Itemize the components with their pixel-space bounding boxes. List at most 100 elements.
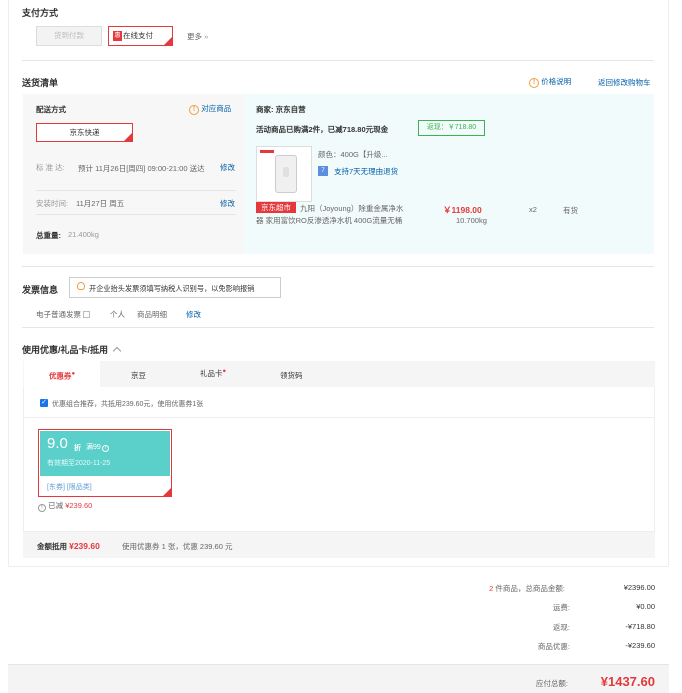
freight-value: ¥0.00	[636, 602, 655, 611]
coupon-cond-label: 满99	[86, 444, 101, 451]
coupon-summary	[23, 532, 655, 558]
more-payment-link[interactable]: 更多 »	[187, 31, 208, 42]
cod-button[interactable]: 货到付款	[36, 26, 102, 46]
summary-label: 金额抵用 ¥239.60	[37, 541, 100, 552]
red-dot-icon: ●	[71, 371, 76, 377]
tab-coupon[interactable]: 优惠券●	[24, 361, 100, 388]
coupon-value: 9.0	[47, 435, 68, 452]
purifier-detail	[283, 167, 289, 177]
selected-corner-icon	[124, 133, 132, 141]
return-icon: 7	[318, 166, 328, 176]
divider	[24, 417, 654, 418]
invoice-type-label: 电子普通发票	[36, 310, 81, 319]
invoice-edit-link[interactable]: 修改	[186, 309, 201, 320]
red-dot-icon: ●	[222, 368, 227, 375]
coupon-tags: [东券] [限品类]	[47, 484, 92, 491]
goods-count-number: 2	[489, 584, 494, 593]
price-note-label: 价格说明	[541, 77, 572, 86]
online-pay-button[interactable]: 惠 在线支付	[108, 26, 173, 46]
discount-badge-icon: 惠	[113, 31, 122, 41]
invoice-tip-text: 开企业抬头发票须填写纳税人识别号，以免影响报销	[89, 284, 255, 293]
delivery-method-label: 配送方式	[36, 105, 66, 114]
weight-value: 21.400kg	[68, 230, 99, 239]
jd-express-label: 京东快递	[69, 128, 100, 137]
jd-express-button[interactable]: 京东快递	[36, 123, 133, 142]
std-value: 预计 11月26日[周四] 09:00-21:00 送达	[78, 164, 205, 173]
merchant-label: 商家:	[256, 105, 274, 114]
goods-amount: ¥2396.00	[623, 583, 655, 592]
product-color: 颜色：400G【升级...	[318, 150, 388, 159]
divider	[36, 214, 236, 215]
divider	[22, 60, 654, 61]
invoice-detail: 商品明细	[137, 310, 167, 319]
rebate-label: 返现:	[552, 623, 570, 632]
jd-supermarket-tag: 京东超市	[256, 202, 296, 213]
back-to-cart-link[interactable]: 返回修改购物车	[598, 77, 651, 88]
install-value: 11月27日 周五	[76, 199, 125, 208]
product-price: ￥1198.00	[443, 205, 482, 215]
tab-jingdou[interactable]: 京豆	[131, 370, 146, 381]
invoice-tip: 开企业抬头发票须填写纳税人识别号，以免影响报销	[69, 277, 281, 298]
tab-giftcard-label: 礼品卡	[200, 369, 223, 378]
std-label: 标 准 达:	[36, 163, 65, 172]
product-qty: x2	[529, 205, 537, 214]
recommend-text: 优惠组合推荐，共抵用239.60元，使用优惠券1张	[52, 401, 204, 408]
coupon-unit: 折	[74, 445, 81, 452]
info-icon: !	[189, 105, 199, 115]
selected-corner-icon	[164, 37, 172, 45]
coupon-reduced-label: 已减	[48, 501, 64, 510]
weight-label: 总重量:	[36, 231, 61, 240]
coupon-reduced-value: ¥239.60	[65, 501, 93, 510]
coupons-title-label: 使用优惠/礼品卡/抵用	[22, 345, 109, 355]
double-arrow-icon: »	[204, 32, 209, 41]
divider	[22, 266, 654, 267]
discount-value: -¥239.60	[625, 641, 655, 650]
product-name-line1[interactable]: 九阳（Joyoung）除重金属净水	[300, 203, 403, 214]
goods-count: 2 件商品，总商品金额:	[489, 583, 565, 594]
rebate-value: -¥718.80	[625, 622, 655, 631]
delivery-title: 送货清单	[22, 78, 59, 88]
merchant-row: 商家: 京东自营	[256, 104, 306, 115]
payment-title: 支付方式	[22, 8, 59, 18]
freight-label: 运费:	[552, 603, 570, 612]
install-label: 安装时间:	[36, 199, 69, 208]
divider	[22, 327, 654, 328]
tab-code[interactable]: 领货码	[280, 370, 303, 381]
recommend-checkbox[interactable]: ✓	[40, 399, 48, 407]
coupon-reduced: ! 已减 ¥239.60	[38, 500, 92, 512]
tab-giftcard[interactable]: 礼品卡●	[200, 368, 226, 379]
promo-text: 活动商品已购满2件，已减718.80元现金	[256, 125, 389, 134]
summary-label-text: 金额抵用	[37, 542, 67, 551]
info-icon: !	[529, 78, 539, 88]
bulb-icon	[77, 282, 85, 290]
std-edit-link[interactable]: 修改	[220, 162, 235, 173]
coupon-card[interactable]: 9.0 折 满99 i 有效期至2020-11-25 [东券] [限品类]	[38, 429, 172, 497]
product-name-line2[interactable]: 器 家用富饮RO反渗透净水机 400G流量无桶	[256, 215, 402, 226]
summary-note: 使用优惠券 1 张，优惠 239.60 元	[122, 542, 233, 551]
checkbox-icon[interactable]	[83, 311, 91, 318]
price-note-link[interactable]: ! 价格说明	[529, 76, 571, 88]
info-icon[interactable]: i	[101, 445, 109, 452]
product-stock: 有货	[563, 206, 578, 215]
corresponding-goods-label: 对应商品	[201, 104, 232, 113]
product-image[interactable]	[256, 146, 312, 202]
invoice-person: 个人	[110, 310, 125, 319]
merchant-value: 京东自营	[275, 105, 306, 114]
online-pay-label: 在线支付	[123, 31, 153, 40]
install-edit-link[interactable]: 修改	[220, 198, 235, 209]
coupon-tabs	[23, 361, 655, 387]
invoice-title: 发票信息	[22, 285, 59, 295]
coupons-title[interactable]: 使用优惠/礼品卡/抵用	[22, 343, 121, 356]
discount-label: 商品优惠:	[537, 642, 570, 651]
divider	[36, 190, 236, 191]
coupon-expire: 有效期至2020-11-25	[47, 460, 111, 467]
return-7days: 7 支持7天无理由退货	[318, 166, 398, 177]
chevron-up-icon	[112, 346, 121, 356]
payable-value: ¥1437.60	[600, 674, 655, 689]
corresponding-goods-link[interactable]: ! 对应商品	[189, 103, 231, 115]
return-7days-label: 支持7天无理由退货	[334, 167, 399, 176]
goods-count-text: 件商品，总商品金额:	[495, 584, 565, 593]
brand-mark	[260, 150, 274, 153]
invoice-type: 电子普通发票	[36, 309, 91, 320]
summary-value: ¥239.60	[69, 541, 100, 551]
